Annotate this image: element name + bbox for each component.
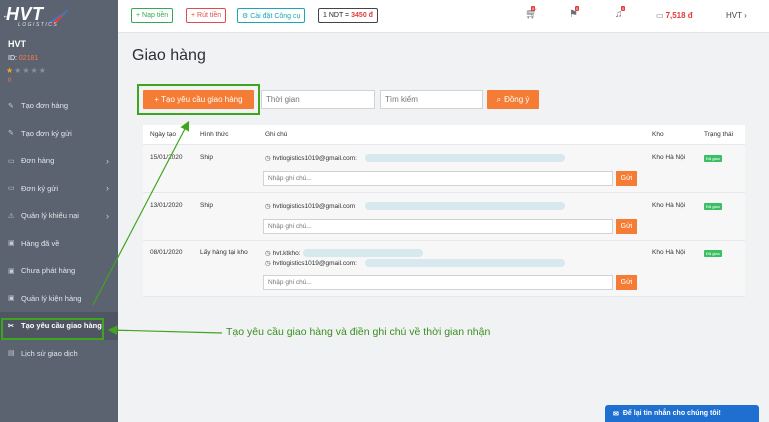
- annotation-text: Tạo yêu cầu giao hàng và điền ghi chú về…: [226, 326, 491, 338]
- arrow-to-create-button: [92, 120, 190, 306]
- chat-icon: ✉: [613, 410, 619, 418]
- annotation-arrows: [92, 120, 223, 335]
- arrow-to-sidebar-item: [107, 325, 223, 335]
- chat-widget-button[interactable]: ✉ Để lại tin nhắn cho chúng tôi!: [605, 405, 759, 422]
